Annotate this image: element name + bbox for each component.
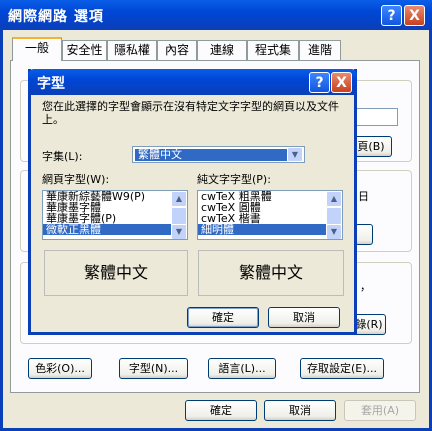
history-comma-text: ， — [360, 280, 371, 293]
languages-button[interactable]: 語言(L)... — [208, 358, 276, 379]
colors-button[interactable]: 色彩(O)... — [28, 358, 92, 379]
outer-ok-button[interactable]: 確定 — [185, 400, 257, 421]
plain-font-list[interactable]: cwTeX 粗黑體 cwTeX 圓體 cwTeX 楷書 細明體 ▲ ▼ — [197, 190, 343, 240]
web-font-list[interactable]: 華康新綜藝體W9(P) 華康墨字體 華康墨字體(P) 微軟正黑體 ▲ ▼ — [42, 190, 188, 240]
accessibility-button[interactable]: 存取設定(E)... — [300, 358, 384, 379]
tab-general[interactable]: 一般 — [12, 37, 62, 61]
list-item-selected[interactable]: 細明體 — [198, 224, 342, 235]
charset-selected-value: 繁體中文 — [135, 149, 288, 161]
tab-content[interactable]: 內容 — [157, 40, 197, 60]
plain-font-label: 純文字字型(P): — [197, 173, 271, 186]
font-dialog-description: 您在此選擇的字型會顯示在沒有特定文字字型的網頁以及文件上。 — [42, 100, 339, 126]
outer-help-button[interactable]: ? — [381, 5, 402, 26]
web-font-scrollbar[interactable]: ▲ ▼ — [171, 191, 187, 239]
outer-close-button[interactable]: X — [404, 5, 425, 26]
font-dialog-title: 字型 — [37, 76, 65, 92]
scroll-up-icon[interactable]: ▲ — [171, 191, 187, 207]
plain-font-preview: 繁體中文 — [198, 250, 344, 296]
charset-select[interactable]: 繁體中文 ▼ — [132, 146, 305, 163]
clear-history-button[interactable]: 錄(R) — [352, 314, 386, 335]
fonts-button[interactable]: 字型(N)... — [119, 358, 188, 379]
tab-programs[interactable]: 程式集 — [247, 40, 299, 60]
list-item-selected[interactable]: 微軟正黑體 — [43, 224, 187, 235]
homepage-address-input[interactable] — [355, 108, 398, 126]
font-dialog-help-button[interactable]: ? — [309, 72, 330, 93]
outer-cancel-button[interactable]: 取消 — [264, 400, 336, 421]
tab-privacy[interactable]: 隱私權 — [107, 40, 157, 60]
tab-security[interactable]: 安全性 — [62, 40, 107, 60]
days-label: 日 — [358, 190, 369, 203]
scroll-thumb[interactable] — [171, 207, 187, 225]
charset-label: 字集(L): — [42, 150, 83, 163]
font-dialog-title-bar[interactable]: 字型 — [28, 69, 357, 95]
chevron-down-icon[interactable]: ▼ — [287, 147, 303, 162]
scroll-down-icon[interactable]: ▼ — [326, 224, 342, 239]
tab-connections[interactable]: 連線 — [197, 40, 247, 60]
settings-button-partial[interactable] — [355, 224, 373, 245]
plain-font-scrollbar[interactable]: ▲ ▼ — [326, 191, 342, 239]
outer-window-title: 網際網路 選項 — [8, 9, 104, 25]
scroll-up-icon[interactable]: ▲ — [326, 191, 342, 207]
font-dialog-ok-button[interactable]: 確定 — [187, 307, 259, 328]
outer-apply-button[interactable]: 套用(A) — [344, 400, 416, 421]
font-dialog-close-button[interactable]: X — [331, 72, 352, 93]
web-font-label: 網頁字型(W): — [42, 173, 110, 186]
tab-advanced[interactable]: 進階 — [299, 40, 341, 60]
web-font-preview: 繁體中文 — [44, 250, 188, 296]
scroll-thumb[interactable] — [326, 207, 342, 225]
outer-title-bar[interactable]: 網際網路 選項 — [0, 0, 432, 30]
font-dialog-cancel-button[interactable]: 取消 — [268, 307, 340, 328]
scroll-down-icon[interactable]: ▼ — [171, 224, 187, 239]
